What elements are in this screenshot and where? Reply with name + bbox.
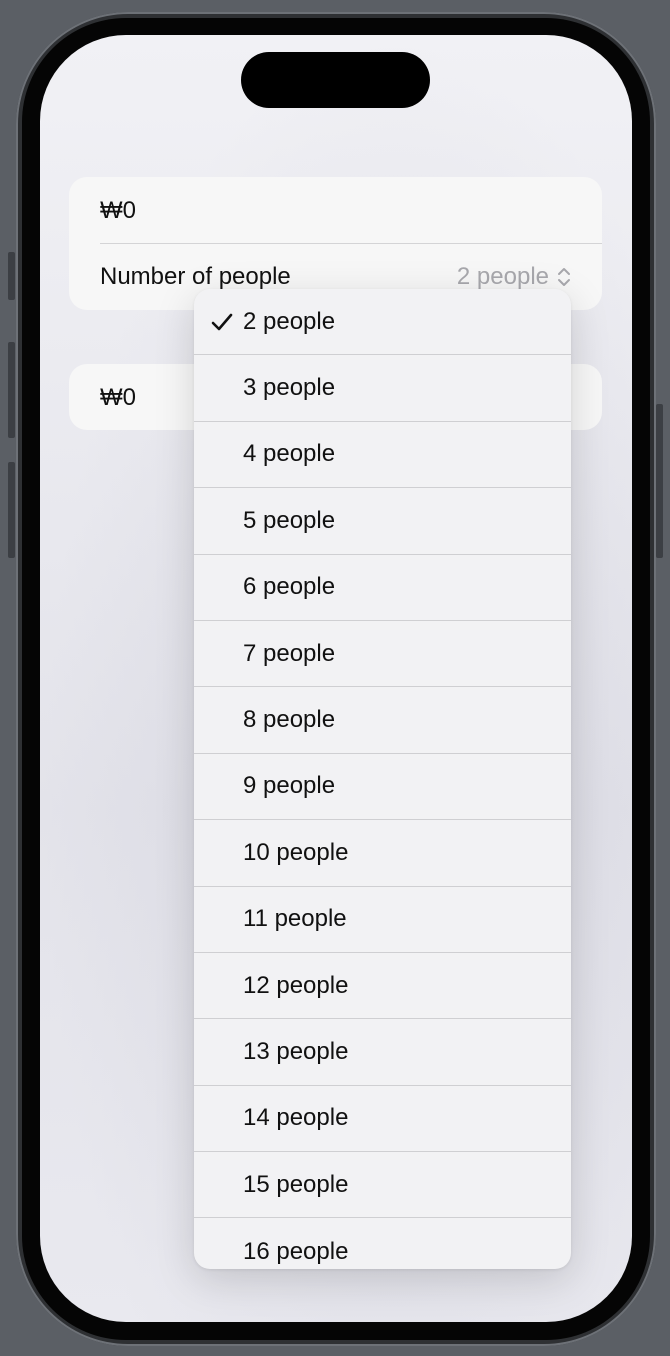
amount-field[interactable]: ₩0	[100, 197, 571, 225]
picker-option[interactable]: 4 people	[194, 422, 571, 489]
picker-option-label: 12 people	[243, 971, 349, 999]
picker-option[interactable]: 10 people	[194, 820, 571, 887]
chevron-up-down-icon	[558, 268, 570, 286]
picker-option-label: 4 people	[243, 440, 336, 468]
picker-option-label: 10 people	[243, 838, 349, 866]
picker-option-label: 16 people	[243, 1237, 349, 1265]
people-label: Number of people	[100, 263, 291, 290]
dynamic-island	[241, 52, 430, 108]
checkmark-icon	[211, 313, 233, 330]
people-picker-menu[interactable]: 2 people 3 people 4 people 5 people 6 people…	[194, 289, 571, 1269]
picker-option-label: 6 people	[243, 573, 336, 601]
picker-option[interactable]: 6 people	[194, 555, 571, 621]
side-button-left-3	[8, 462, 15, 558]
picker-option-label: 3 people	[243, 374, 336, 402]
picker-option-label: 13 people	[243, 1037, 349, 1065]
picker-option[interactable]: 5 people	[194, 488, 571, 555]
side-button-left-1	[8, 252, 15, 300]
picker-option[interactable]: 7 people	[194, 621, 571, 688]
picker-option[interactable]: 16 people	[194, 1218, 571, 1269]
phone-screen: ₩0 Number of people 2 people ₩0 2 people…	[40, 35, 632, 1322]
picker-option-label: 7 people	[243, 639, 336, 667]
picker-option[interactable]: 8 people	[194, 687, 571, 754]
picker-option[interactable]: 3 people	[194, 355, 571, 422]
picker-options-list: 2 people 3 people 4 people 5 people 6 people…	[194, 289, 571, 1269]
people-picker-value[interactable]: 2 people	[457, 263, 571, 291]
picker-option[interactable]: 9 people	[194, 754, 571, 821]
people-picker-row[interactable]: Number of people 2 people	[100, 263, 571, 291]
picker-option-label: 2 people	[243, 307, 336, 335]
picker-option-label: 11 people	[243, 905, 347, 933]
side-button-left-2	[8, 342, 15, 438]
divider	[100, 243, 602, 244]
picker-option[interactable]: 2 people	[194, 289, 571, 356]
picker-option[interactable]: 14 people	[194, 1086, 571, 1153]
picker-option-label: 9 people	[243, 772, 336, 800]
picker-option-label: 14 people	[243, 1104, 349, 1132]
people-value-text: 2 people	[456, 263, 549, 290]
side-button-right	[656, 404, 663, 558]
picker-option[interactable]: 15 people	[194, 1152, 571, 1219]
picker-option-label: 15 people	[243, 1170, 349, 1198]
picker-option[interactable]: 13 people	[194, 1019, 571, 1086]
picker-option[interactable]: 11 people	[194, 887, 571, 953]
picker-option-label: 8 people	[243, 706, 336, 734]
picker-option-label: 5 people	[243, 506, 336, 534]
picker-option[interactable]: 12 people	[194, 953, 571, 1020]
